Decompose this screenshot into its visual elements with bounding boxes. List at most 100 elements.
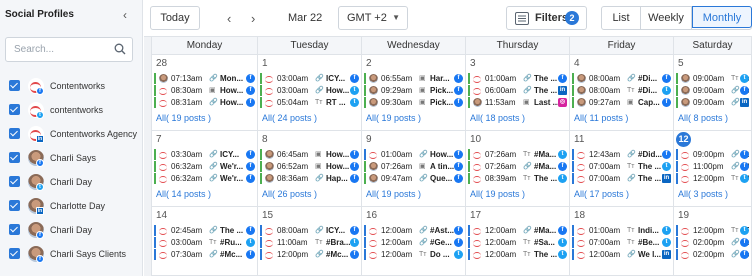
day-cell[interactable]: 15 08:00am 🔗 ICY... f 11:00am Tт #Bra... t 12:00p…	[258, 207, 362, 276]
list-view-tab[interactable]: List	[602, 7, 641, 29]
all-posts-link[interactable]: All( 14 posts )	[156, 189, 211, 199]
day-cell[interactable]: 509:00amTтSoc...t09:00am🔗Soc...f09:00am🔗…	[674, 55, 752, 131]
profile-item[interactable]: t Charli Day	[0, 171, 143, 193]
scheduled-post[interactable]: 09:00am🔗Soc...in	[676, 97, 749, 108]
profile-item[interactable]: t contentworks	[0, 99, 143, 121]
scheduled-post[interactable]: 07:00am Tт #Be... t	[572, 237, 671, 248]
profile-checkbox[interactable]	[9, 224, 20, 235]
day-cell[interactable]: 8 06:45am ▣ How... f 06:52am ▣ How... f 08:36am 🔗 H…	[258, 131, 362, 207]
next-period-icon[interactable]: ›	[251, 11, 255, 26]
profile-search-input[interactable]	[6, 38, 106, 61]
scheduled-post[interactable]: 12:00am Tт Do ... t	[364, 249, 463, 260]
scheduled-post[interactable]: 08:00am Tт #Di... t	[572, 85, 671, 96]
scheduled-post[interactable]: 09:30am ▣ Pick... f	[364, 97, 463, 108]
scheduled-post[interactable]: 07:00am Tт The ... t	[572, 161, 671, 172]
day-cell[interactable]: 17 12:00am 🔗 #Ma... f 12:00am Tт #Sa... t 12:00am…	[466, 207, 570, 276]
scheduled-post[interactable]: 07:26am 🔗 #Ma... f	[468, 161, 567, 172]
scheduled-post[interactable]: 09:27am ▣ Cap... f	[572, 97, 671, 108]
all-posts-link[interactable]: All( 19 posts )	[470, 189, 525, 199]
scheduled-post[interactable]: 01:00am Tт Indi... t	[572, 225, 671, 236]
timezone-select[interactable]: GMT +2 ▼	[338, 6, 408, 30]
day-cell[interactable]: 1 03:00am 🔗 ICY... f 03:00am 🔗 How... t 05:04am Tт…	[258, 55, 362, 131]
all-posts-link[interactable]: All( 19 posts )	[366, 189, 421, 199]
profile-item[interactable]: f Charli Says	[0, 147, 143, 169]
scheduled-post[interactable]: 12:00am 🔗 We l... in	[572, 249, 671, 260]
scheduled-post[interactable]: 03:30am 🔗 ICY... f	[154, 149, 255, 160]
scheduled-post[interactable]: 12:00pm 🔗 #Mc... f	[260, 249, 359, 260]
previous-period-icon[interactable]: ‹	[227, 11, 231, 26]
all-posts-link[interactable]: All( 17 posts )	[574, 189, 629, 199]
scheduled-post[interactable]: 01:00am 🔗 The ... f	[468, 73, 567, 84]
day-cell[interactable]: 9 01:00am 🔗 How... f 07:26am ▣ A tin... f 09:47am…	[362, 131, 466, 207]
scheduled-post[interactable]: 09:00pm🔗I te...f	[676, 149, 749, 160]
scheduled-post[interactable]: 07:26am Tт #Ma... t	[468, 149, 567, 160]
day-cell[interactable]: 18 01:00am Tт Indi... t 07:00am Tт #Be... t 12:00…	[570, 207, 674, 276]
scheduled-post[interactable]: 12:00pmTт#Fu...t	[676, 225, 749, 236]
weekly-view-tab[interactable]: Weekly	[641, 7, 692, 29]
day-cell[interactable]: 1209:00pm🔗I te...f11:00pm🔗#Ai...f12:00pm…	[674, 131, 752, 207]
scheduled-post[interactable]: 08:39am Tт The ... t	[468, 173, 567, 184]
scheduled-post[interactable]: 12:00pmTт#Ai...t	[676, 173, 749, 184]
profile-item[interactable]: in Contentworks Agency	[0, 123, 143, 145]
filters-button[interactable]: Filters 2	[506, 6, 587, 30]
profile-checkbox[interactable]	[9, 80, 20, 91]
profile-checkbox[interactable]	[9, 152, 20, 163]
profile-checkbox[interactable]	[9, 176, 20, 187]
scheduled-post[interactable]: 06:00am 🔗 The ... in	[468, 85, 567, 96]
scheduled-post[interactable]: 12:00am 🔗 #Ast... f	[364, 225, 463, 236]
scheduled-post[interactable]: 06:52am ▣ How... f	[260, 161, 359, 172]
scheduled-post[interactable]: 08:36am 🔗 Hap... f	[260, 173, 359, 184]
scheduled-post[interactable]: 09:47am 🔗 Que... f	[364, 173, 463, 184]
scheduled-post[interactable]: 03:00am 🔗 ICY... f	[260, 73, 359, 84]
all-posts-link[interactable]: All( 3 posts )	[678, 189, 728, 199]
scheduled-post[interactable]: 08:31am 🔗 How... f	[154, 97, 255, 108]
day-cell[interactable]: 11 12:43am 🔗 #Did... f 07:00am Tт The ... t 07:00…	[570, 131, 674, 207]
scheduled-post[interactable]: 06:32am 🔗 We'r... f	[154, 173, 255, 184]
scheduled-post[interactable]: 12:00am 🔗 #Ma... f	[468, 225, 567, 236]
scheduled-post[interactable]: 07:30am 🔗 #Mc... f	[154, 249, 255, 260]
profile-item[interactable]: f Contentworks	[0, 75, 143, 97]
scheduled-post[interactable]: 08:00am 🔗 ICY... f	[260, 225, 359, 236]
profile-checkbox[interactable]	[9, 128, 20, 139]
day-cell[interactable]: 1912:00pmTт#Fu...t02:00pm🔗Lea...f02:00pm…	[674, 207, 752, 276]
day-cell[interactable]: 28 07:13am 🔗 Mon... f 08:30am ▣ How... f 08:31am 🔗…	[152, 55, 258, 131]
scheduled-post[interactable]: 11:53am ▣ Last ... ◎	[468, 97, 567, 108]
scheduled-post[interactable]: 12:00am Tт #Sa... t	[468, 237, 567, 248]
collapse-sidebar-icon[interactable]: ‹	[123, 8, 127, 22]
all-posts-link[interactable]: All( 19 posts )	[366, 113, 421, 123]
profile-checkbox[interactable]	[9, 248, 20, 259]
scheduled-post[interactable]: 09:29am ▣ Pick... f	[364, 85, 463, 96]
scheduled-post[interactable]: 07:00am 🔗 The ... in	[572, 173, 671, 184]
scheduled-post[interactable]: 06:32am 🔗 We'r... f	[154, 161, 255, 172]
all-posts-link[interactable]: All( 26 posts )	[262, 189, 317, 199]
scheduled-post[interactable]: 11:00am Tт #Bra... t	[260, 237, 359, 248]
day-cell[interactable]: 2 06:55am ▣ Har... f 09:29am ▣ Pick... f 09:30am ▣…	[362, 55, 466, 131]
day-cell[interactable]: 10 07:26am Tт #Ma... t 07:26am 🔗 #Ma... f 08:39am…	[466, 131, 570, 207]
scheduled-post[interactable]: 09:00amTтSoc...t	[676, 73, 749, 84]
day-cell[interactable]: 3 01:00am 🔗 The ... f 06:00am 🔗 The ... in 11:53a…	[466, 55, 570, 131]
scheduled-post[interactable]: 02:45am 🔗 The ... f	[154, 225, 255, 236]
all-posts-link[interactable]: All( 8 posts )	[678, 113, 728, 123]
all-posts-link[interactable]: All( 19 posts )	[156, 113, 211, 123]
scheduled-post[interactable]: 03:00am 🔗 How... t	[260, 85, 359, 96]
scheduled-post[interactable]: 07:26am ▣ A tin... f	[364, 161, 463, 172]
monthly-view-tab[interactable]: Monthly	[692, 6, 752, 28]
day-cell[interactable]: 4 08:00am 🔗 #Di... f 08:00am Tт #Di... t 09:27am ▣…	[570, 55, 674, 131]
search-icon[interactable]	[114, 43, 126, 55]
scheduled-post[interactable]: 02:00pm🔗Lea...f	[676, 237, 749, 248]
profile-checkbox[interactable]	[9, 104, 20, 115]
profile-item[interactable]: in Charlotte Day	[0, 195, 143, 217]
day-cell[interactable]: 7 03:30am 🔗 ICY... f 06:32am 🔗 We'r... f 06:32am 🔗…	[152, 131, 258, 207]
scheduled-post[interactable]: 12:43am 🔗 #Did... f	[572, 149, 671, 160]
all-posts-link[interactable]: All( 18 posts )	[470, 113, 525, 123]
scheduled-post[interactable]: 05:04am Tт RT ... t	[260, 97, 359, 108]
all-posts-link[interactable]: All( 24 posts )	[262, 113, 317, 123]
scheduled-post[interactable]: 02:00pm🔗Ho...f	[676, 249, 749, 260]
scheduled-post[interactable]: 06:55am ▣ Har... f	[364, 73, 463, 84]
scheduled-post[interactable]: 03:00am Tт #Ru... t	[154, 237, 255, 248]
scheduled-post[interactable]: 12:00am Tт The ... t	[468, 249, 567, 260]
profile-checkbox[interactable]	[9, 200, 20, 211]
day-cell[interactable]: 16 12:00am 🔗 #Ast... f 12:00am 🔗 #Ge... f 12:00am…	[362, 207, 466, 276]
profile-item[interactable]: f Charli Says Clients	[0, 243, 143, 265]
today-button[interactable]: Today	[150, 6, 200, 30]
